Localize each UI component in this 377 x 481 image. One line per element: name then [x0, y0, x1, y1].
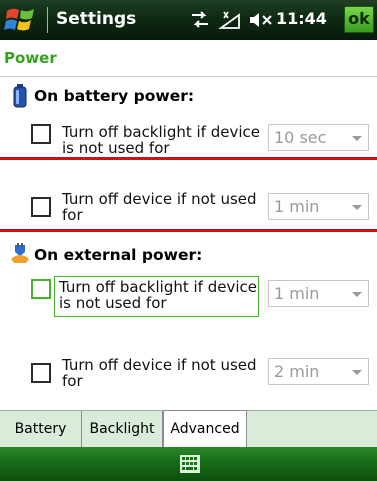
battery-device-off-checkbox[interactable]	[31, 197, 51, 217]
battery-icon	[13, 84, 27, 112]
chevron-down-icon	[352, 205, 362, 210]
clock[interactable]: 11:44	[276, 7, 327, 31]
battery-backlight-label: Turn off backlight if device is not used…	[62, 124, 260, 156]
title-bar: Settings 11:44 ok	[0, 0, 377, 40]
windows-start-icon[interactable]	[3, 3, 39, 37]
battery-backlight-checkbox[interactable]	[31, 124, 51, 144]
ok-button[interactable]: ok	[344, 6, 374, 33]
volume-muted-icon[interactable]	[248, 9, 276, 31]
external-power-icon	[9, 243, 31, 269]
title-separator	[47, 7, 48, 33]
external-backlight-dropdown[interactable]: 1 min	[268, 280, 369, 307]
menu-bar	[0, 447, 377, 481]
external-backlight-label: Turn off backlight if device is not used…	[59, 279, 257, 311]
annotation-red-line	[0, 229, 377, 232]
tab-battery[interactable]: Battery	[0, 411, 82, 447]
external-group-heading: On external power:	[34, 246, 203, 264]
signal-icon[interactable]	[218, 9, 242, 31]
external-device-off-label-line2: for	[62, 372, 83, 390]
battery-device-off-value: 1 min	[274, 197, 320, 216]
external-device-off-dropdown[interactable]: 2 min	[268, 358, 369, 385]
app-title: Settings	[56, 9, 137, 29]
connectivity-icon[interactable]	[188, 9, 212, 31]
external-backlight-checkbox[interactable]	[31, 279, 51, 299]
header-divider	[0, 76, 377, 77]
chevron-down-icon	[352, 370, 362, 375]
external-device-off-checkbox[interactable]	[31, 363, 51, 383]
tab-bar: Battery Backlight Advanced	[0, 410, 377, 448]
annotation-red-line	[0, 157, 377, 160]
battery-backlight-value: 10 sec	[274, 128, 327, 147]
battery-device-off-dropdown[interactable]: 1 min	[268, 193, 369, 220]
battery-backlight-label-line1: Turn off backlight if device	[62, 123, 260, 141]
page-title: Power	[4, 49, 57, 67]
battery-group-heading: On battery power:	[34, 87, 195, 105]
battery-device-off-label-line2: for	[62, 206, 83, 224]
external-backlight-label-line2: is not used for	[59, 294, 167, 312]
tab-backlight[interactable]: Backlight	[82, 411, 163, 447]
chevron-down-icon	[352, 292, 362, 297]
keyboard-icon[interactable]	[180, 455, 200, 473]
battery-backlight-label-line2: is not used for	[62, 139, 170, 157]
battery-device-off-label: Turn off device if not used for	[62, 191, 257, 223]
battery-backlight-dropdown[interactable]: 10 sec	[268, 124, 369, 151]
external-backlight-label-line1: Turn off backlight if device	[59, 278, 257, 296]
chevron-down-icon	[352, 136, 362, 141]
external-device-off-label-line1: Turn off device if not used	[62, 356, 257, 374]
tab-advanced[interactable]: Advanced	[163, 410, 247, 448]
external-backlight-value: 1 min	[274, 284, 320, 303]
external-device-off-label: Turn off device if not used for	[62, 357, 257, 389]
battery-device-off-label-line1: Turn off device if not used	[62, 190, 257, 208]
external-device-off-value: 2 min	[274, 362, 320, 381]
